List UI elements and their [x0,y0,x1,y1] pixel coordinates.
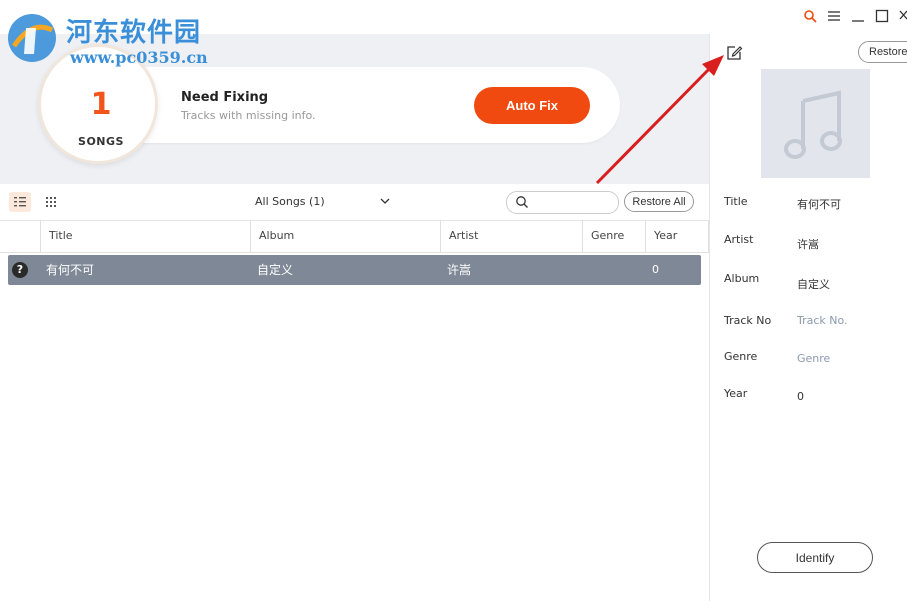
table-row[interactable]: ? 有何不可 自定义 许嵩 0 [8,255,701,285]
row-artist: 许嵩 [447,263,472,277]
column-header-year[interactable]: Year [645,220,709,252]
album-field-label: Album [724,272,760,285]
songs-filter-dropdown[interactable]: All Songs (1) [255,195,325,208]
column-header-genre[interactable]: Genre [582,220,645,252]
track-no-field[interactable]: Track No. [797,314,848,327]
song-count: 1 [90,87,112,122]
column-header-album[interactable]: Album [250,220,440,252]
song-count-label: SONGS [78,135,124,148]
genre-field-label: Genre [724,350,758,363]
album-field[interactable]: 自定义 [797,276,830,292]
main-area: 1 SONGS Need Fixing Tracks with missing … [0,34,709,601]
track-no-field-label: Track No [724,314,772,327]
restore-all-button[interactable]: Restore All [624,191,694,212]
title-field[interactable]: 有何不可 [797,196,841,212]
window-controls [803,8,907,23]
question-icon: ? [12,262,28,278]
search-icon [516,196,528,208]
search-icon[interactable] [803,8,817,23]
chevron-down-icon[interactable] [380,196,390,206]
year-field-label: Year [724,387,748,400]
table-header: Title Album Artist Genre Year [0,220,709,253]
minimize-icon[interactable] [851,8,865,22]
year-field[interactable]: 0 [797,390,804,403]
app-window: 1 SONGS Need Fixing Tracks with missing … [0,0,907,601]
row-album: 自定义 [257,263,294,277]
restore-button[interactable]: Restore [858,41,907,63]
grid-view-button[interactable] [40,192,62,212]
identify-button[interactable]: Identify [757,542,873,573]
watermark: 河东软件园 www.pc0359.cn [4,10,208,70]
watermark-logo [8,14,56,62]
album-art[interactable] [761,69,870,178]
title-field-label: Title [724,195,748,208]
list-view-button[interactable] [9,192,31,212]
row-year: 0 [652,263,659,276]
artist-field[interactable]: 许嵩 [797,236,819,252]
menu-icon[interactable] [827,8,841,22]
edit-icon[interactable] [725,44,743,62]
need-fixing-title: Need Fixing [181,90,269,105]
status-column-header [0,220,40,252]
maximize-icon[interactable] [875,8,889,23]
watermark-title: 河东软件园 [66,18,202,48]
search-box[interactable] [506,191,619,214]
need-fixing-subtitle: Tracks with missing info. [181,109,316,122]
list-view-icon [14,197,26,207]
music-note-icon [784,90,842,159]
column-header-artist[interactable]: Artist [440,220,582,252]
grid-view-icon [46,197,56,207]
close-icon[interactable] [899,8,907,22]
row-title: 有何不可 [46,263,95,277]
genre-field[interactable]: Genre [797,352,830,365]
auto-fix-button[interactable]: Auto Fix [474,87,590,124]
search-input[interactable] [535,194,615,211]
artist-field-label: Artist [724,233,754,246]
column-header-title[interactable]: Title [40,220,250,252]
details-panel: Restore Title 有何不可 Artist 许嵩 Album 自定义 T… [709,34,907,601]
list-toolbar: All Songs (1) Restore All [0,184,709,221]
watermark-url: www.pc0359.cn [70,48,208,67]
